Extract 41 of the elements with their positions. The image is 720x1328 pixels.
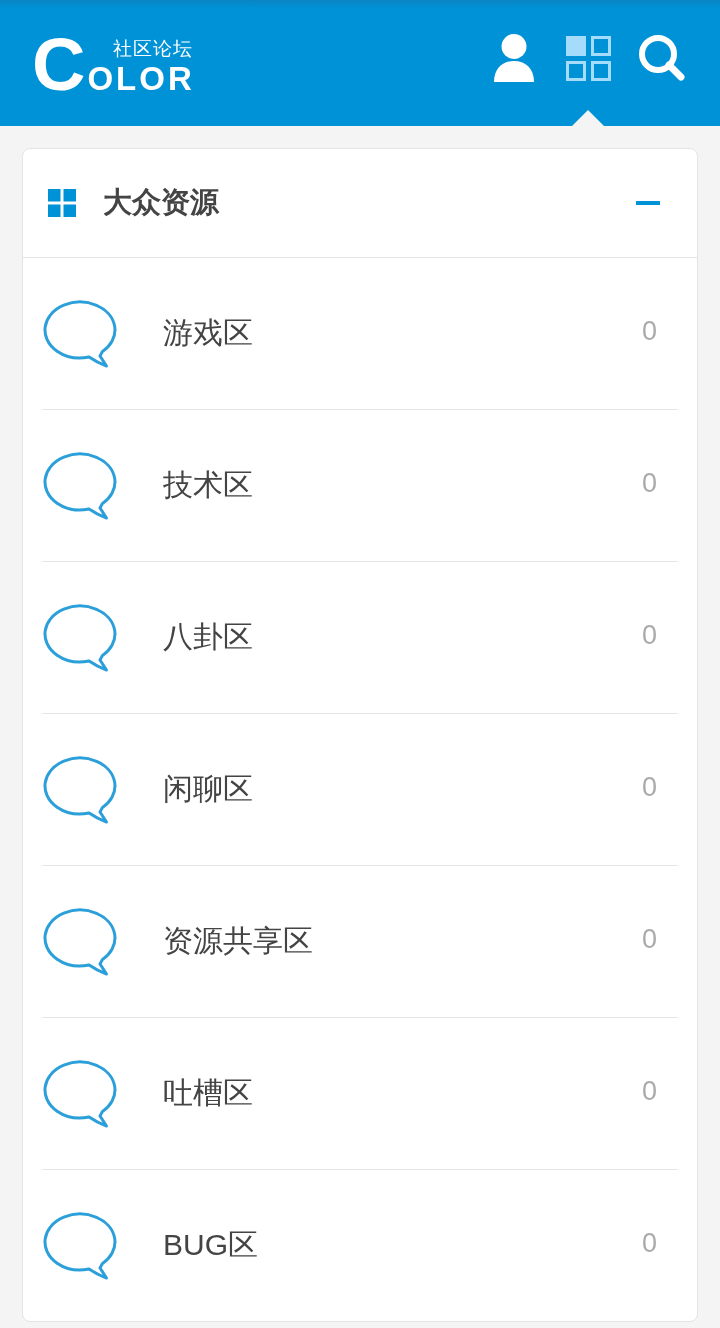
board-item[interactable]: 游戏区 0 (42, 258, 678, 410)
logo-tagline: 社区论坛 (112, 38, 193, 60)
user-icon (494, 34, 534, 82)
search-button[interactable] (639, 34, 685, 82)
grid-icon (48, 189, 76, 217)
board-name: 资源共享区 (163, 923, 313, 959)
user-button[interactable] (491, 34, 537, 82)
post-count: 0 (641, 1228, 657, 1259)
speech-bubble-icon (43, 603, 117, 672)
post-count: 0 (641, 316, 657, 347)
post-count: 0 (641, 772, 657, 803)
board-name: 吐槽区 (163, 1075, 253, 1111)
post-count: 0 (641, 924, 657, 955)
logo-initial: C (32, 38, 86, 92)
grid-icon (565, 35, 611, 81)
board-item[interactable]: 吐槽区 0 (42, 1018, 678, 1170)
post-count: 0 (641, 1076, 657, 1107)
post-count: 0 (641, 468, 657, 499)
section-title: 大众资源 (103, 185, 219, 220)
search-icon (639, 35, 685, 81)
minus-icon (636, 201, 660, 205)
speech-bubble-icon (43, 451, 117, 520)
board-name: 八卦区 (163, 619, 253, 655)
speech-bubble-icon (43, 1211, 117, 1280)
board-item[interactable]: 资源共享区 0 (42, 866, 678, 1018)
speech-bubble-icon (43, 299, 117, 368)
board-item[interactable]: 闲聊区 0 (42, 714, 678, 866)
board-item[interactable]: 技术区 0 (42, 410, 678, 562)
caret-icon (572, 110, 604, 126)
post-count: 0 (641, 620, 657, 651)
board-name: 游戏区 (163, 315, 253, 351)
logo-wordmark: OLOR (87, 66, 195, 92)
speech-bubble-icon (43, 907, 117, 976)
board-name: 闲聊区 (163, 771, 253, 807)
board-name: 技术区 (163, 467, 253, 503)
speech-bubble-icon (43, 1059, 117, 1128)
grid-button[interactable] (565, 34, 611, 82)
board-name: BUG区 (163, 1227, 258, 1263)
board-item[interactable]: 八卦区 0 (42, 562, 678, 714)
board-item[interactable]: BUG区 0 (42, 1170, 678, 1321)
speech-bubble-icon (43, 755, 117, 824)
